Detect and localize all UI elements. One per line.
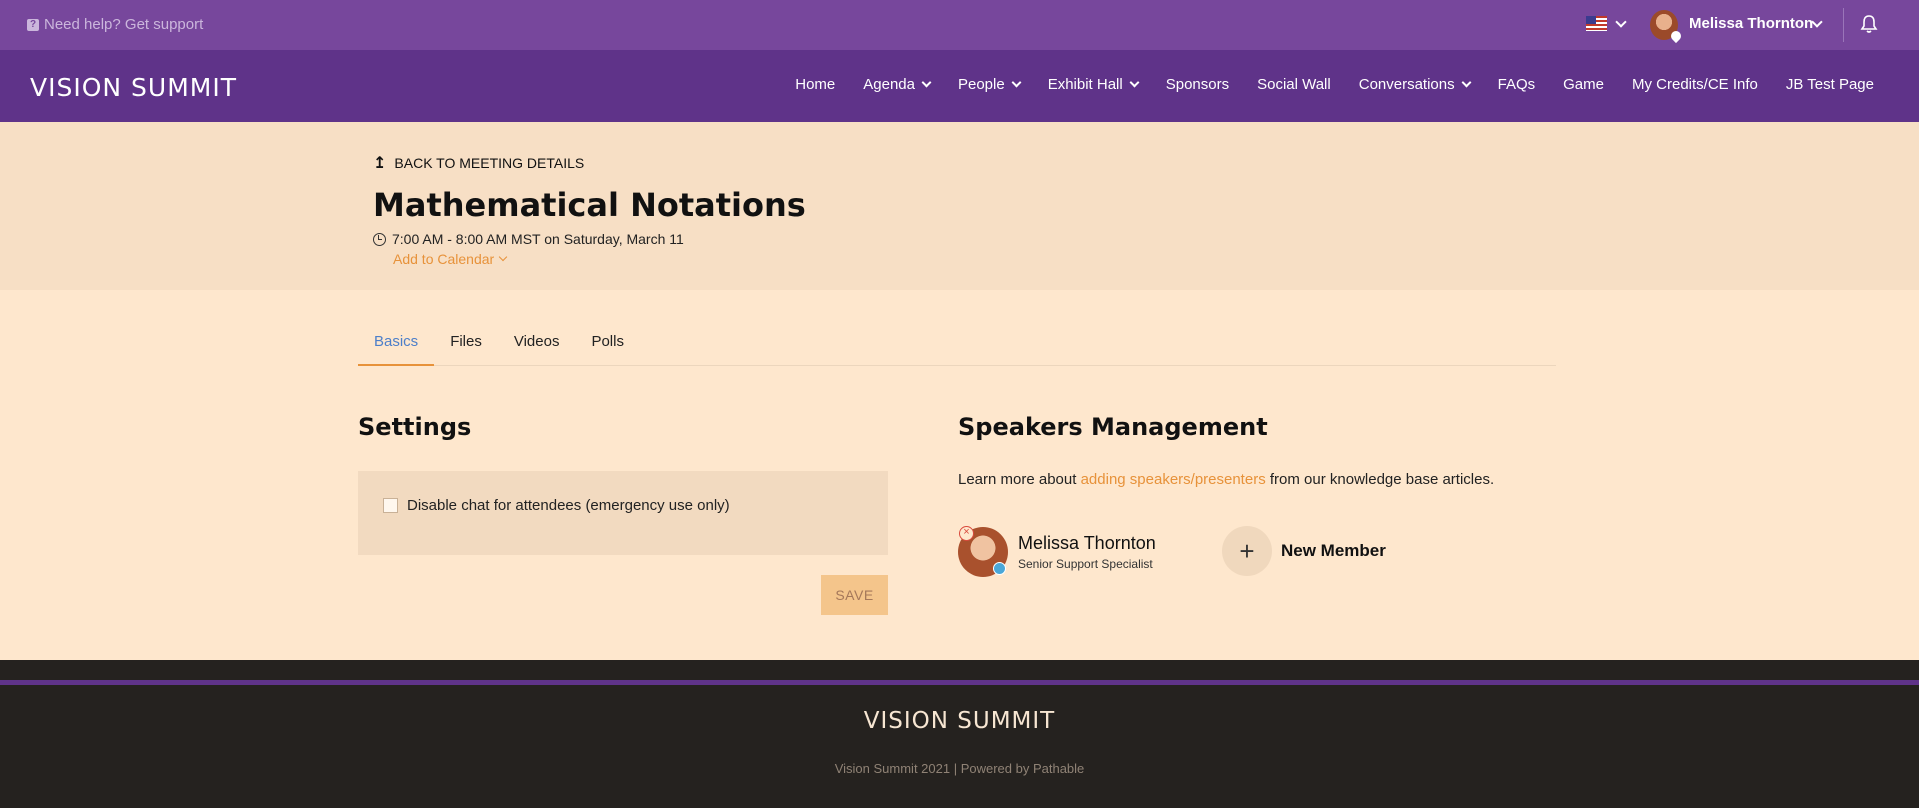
chevron-down-icon	[1461, 77, 1472, 88]
disable-chat-checkbox[interactable]	[383, 498, 398, 513]
nav-home[interactable]: Home	[795, 76, 835, 93]
disable-chat-option[interactable]: Disable chat for attendees (emergency us…	[383, 497, 730, 514]
help-link[interactable]: ? Need help? Get support	[27, 16, 203, 33]
nav-label: People	[957, 76, 1005, 93]
bell-icon[interactable]	[1860, 14, 1878, 34]
nav-label: My Credits/CE Info	[1632, 76, 1758, 93]
knowledge-base-link[interactable]: adding speakers/presenters	[1081, 471, 1266, 488]
nav-label: Game	[1563, 76, 1604, 93]
nav-conversations[interactable]: Conversations	[1358, 76, 1472, 93]
add-to-calendar-button[interactable]: Add to Calendar	[393, 251, 508, 267]
divider	[1843, 8, 1844, 42]
tab-basics[interactable]: Basics	[358, 322, 435, 366]
chevron-down-icon	[921, 77, 932, 88]
desc-text: from our knowledge base articles.	[1265, 471, 1495, 488]
nav-game[interactable]: Game	[1563, 76, 1604, 93]
back-to-meeting-link[interactable]: ↥ BACK TO MEETING DETAILS	[373, 153, 584, 173]
nav-label: Home	[795, 76, 836, 93]
avatar[interactable]	[1650, 10, 1684, 44]
nav-exhibit-hall[interactable]: Exhibit Hall	[1047, 76, 1140, 93]
question-icon: ?	[27, 18, 39, 31]
help-text: Need help? Get support	[44, 16, 204, 33]
nav-label: Exhibit Hall	[1047, 76, 1123, 93]
speakers-heading: Speakers Management	[958, 413, 1268, 441]
nav-faqs[interactable]: FAQs	[1498, 76, 1536, 93]
back-label: BACK TO MEETING DETAILS	[394, 155, 585, 171]
nav-label: Social Wall	[1257, 76, 1331, 93]
settings-heading: Settings	[358, 413, 472, 441]
speaker-role: Senior Support Specialist	[1018, 557, 1153, 571]
disable-chat-label: Disable chat for attendees (emergency us…	[407, 497, 730, 514]
clock-icon	[373, 232, 386, 246]
nav-label: JB Test Page	[1785, 76, 1874, 93]
arrow-up-icon: ↥	[373, 155, 387, 172]
chevron-down-icon	[1011, 77, 1022, 88]
verified-icon	[993, 562, 1006, 575]
plus-icon: +	[1239, 535, 1255, 566]
nav-agenda[interactable]: Agenda	[863, 76, 932, 93]
site-logo[interactable]: VISION SUMMIT	[30, 73, 237, 102]
add-member-button[interactable]: +	[1222, 526, 1272, 576]
meeting-header	[0, 122, 1919, 290]
footer-stripe	[0, 680, 1919, 685]
us-flag-icon[interactable]	[1586, 16, 1607, 31]
speakers-description: Learn more about adding speakers/present…	[958, 471, 1494, 488]
tab-videos[interactable]: Videos	[498, 322, 576, 366]
nav-my-credits[interactable]: My Credits/CE Info	[1632, 76, 1758, 93]
nav-label: Agenda	[863, 76, 915, 93]
nav-label: Conversations	[1358, 76, 1455, 93]
speaker-name: Melissa Thornton	[1018, 533, 1156, 553]
tab-files[interactable]: Files	[434, 322, 498, 366]
nav-people[interactable]: People	[957, 76, 1022, 93]
footer-text: Vision Summit 2021 | Powered by Pathable	[834, 761, 1085, 776]
main-nav: Home Agenda People Exhibit Hall Sponsors…	[767, 76, 1874, 93]
footer-logo: VISION SUMMIT	[863, 708, 1056, 734]
settings-panel: Disable chat for attendees (emergency us…	[358, 471, 888, 555]
tab-polls[interactable]: Polls	[575, 322, 640, 366]
top-utility-bar	[0, 0, 1919, 50]
nav-social-wall[interactable]: Social Wall	[1257, 76, 1331, 93]
chevron-down-icon	[1129, 77, 1140, 88]
nav-label: FAQs	[1497, 76, 1536, 93]
save-button[interactable]: SAVE	[821, 575, 888, 615]
new-member-label[interactable]: New Member	[1281, 541, 1386, 561]
nav-jb-test-page[interactable]: JB Test Page	[1786, 76, 1874, 93]
desc-text: Learn more about	[958, 471, 1081, 488]
chevron-down-icon	[498, 252, 508, 262]
add-to-calendar-label: Add to Calendar	[393, 251, 495, 267]
nav-label: Sponsors	[1165, 76, 1230, 93]
remove-speaker-icon[interactable]: ×	[959, 526, 974, 541]
page-title: Mathematical Notations	[373, 186, 806, 224]
user-menu-name[interactable]: Melissa Thornton	[1689, 15, 1813, 32]
meeting-tabs: Basics Files Videos Polls	[358, 322, 1556, 366]
nav-sponsors[interactable]: Sponsors	[1166, 76, 1229, 93]
meeting-time-text: 7:00 AM - 8:00 AM MST on Saturday, March…	[392, 231, 684, 247]
meeting-time: 7:00 AM - 8:00 AM MST on Saturday, March…	[373, 231, 684, 247]
